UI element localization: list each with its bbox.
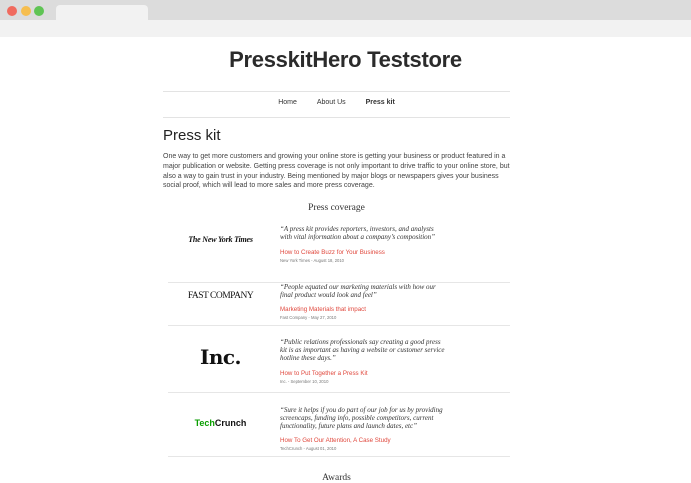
techcrunch-logo: TechCrunch <box>168 418 273 428</box>
press-item: The New York Times “A press kit provides… <box>168 220 510 283</box>
press-meta: Fast Company - May 27, 2010 <box>280 315 337 320</box>
close-window-button[interactable] <box>7 6 17 16</box>
press-article-link[interactable]: How to Put Together a Press Kit <box>280 370 368 377</box>
fast-company-logo: FAST COMPANY <box>187 291 254 301</box>
store-page: PresskitHero Teststore Home About Us Pre… <box>0 37 691 483</box>
press-coverage-heading: Press coverage <box>308 203 365 213</box>
press-item: Inc. “Public relations professionals say… <box>168 337 510 393</box>
press-quote: “Sure it helps if you do part of our job… <box>280 406 443 431</box>
nyt-logo: The New York Times <box>188 235 253 244</box>
browser-toolbar <box>0 20 691 37</box>
press-item: TechCrunch “Sure it helps if you do part… <box>168 403 510 457</box>
nav-item-press-kit[interactable]: Press kit <box>366 99 395 106</box>
techcrunch-logo-tech: Tech <box>194 418 215 428</box>
intro-paragraph: One way to get more customers and growin… <box>163 153 510 190</box>
minimize-window-button[interactable] <box>21 6 31 16</box>
maximize-window-button[interactable] <box>34 6 44 16</box>
nav-item-about-us[interactable]: About Us <box>317 99 346 106</box>
header-divider <box>163 91 510 92</box>
press-article-link[interactable]: How to Create Buzz for Your Business <box>280 249 385 256</box>
press-article-link[interactable]: Marketing Materials that impact <box>280 306 366 313</box>
press-meta: New York Times - August 18, 2010 <box>280 258 345 263</box>
press-meta: Inc. - September 10, 2010 <box>280 379 329 384</box>
nav-divider <box>163 117 510 118</box>
press-quote: “Public relations professionals say crea… <box>280 338 445 363</box>
browser-chrome <box>0 0 691 37</box>
press-item: FAST COMPANY “People equated our marketi… <box>168 283 510 326</box>
store-title[interactable]: PresskitHero Teststore <box>0 47 691 73</box>
press-quote: “A press kit provides reporters, investo… <box>280 225 436 242</box>
main-nav: Home About Us Press kit <box>163 99 510 106</box>
press-quote: “People equated our marketing materials … <box>280 283 436 300</box>
nav-item-home[interactable]: Home <box>278 99 297 106</box>
press-meta: TechCrunch - August 01, 2010 <box>280 446 337 451</box>
browser-tab[interactable] <box>56 5 148 20</box>
inc-logo: Inc. <box>199 345 242 369</box>
techcrunch-logo-crunch: Crunch <box>214 418 247 428</box>
press-article-link[interactable]: How To Get Our Attention, A Case Study <box>280 437 391 444</box>
page-title: Press kit <box>163 127 221 144</box>
